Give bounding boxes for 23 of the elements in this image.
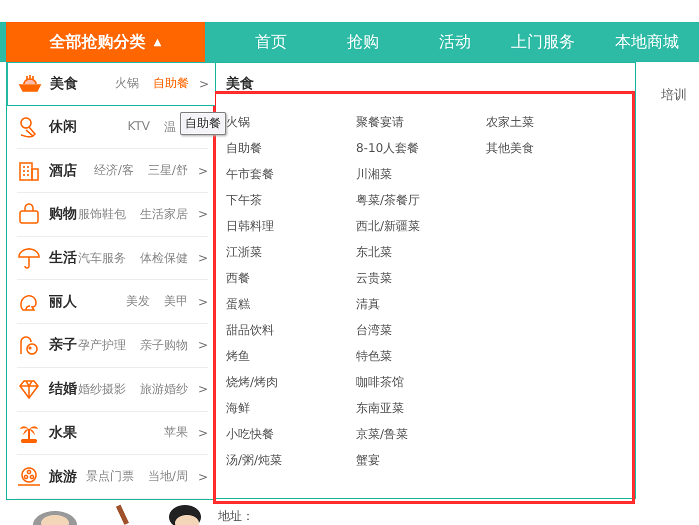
chevron-icon: >	[198, 294, 208, 309]
panel-title: 美食	[226, 75, 255, 93]
chevron-icon: >	[198, 338, 208, 352]
category-name: 丽人	[49, 292, 77, 311]
chevron-icon: >	[198, 382, 208, 396]
category-name: 旅游	[49, 468, 77, 486]
chevron-icon: >	[198, 426, 208, 440]
tooltip: 自助餐	[180, 112, 226, 135]
chevron-icon: >	[198, 251, 208, 266]
chevron-icon: >	[198, 76, 209, 91]
link-text: 培训	[661, 87, 687, 104]
address-label: 地址：	[218, 508, 254, 525]
category-name: 亲子	[49, 336, 77, 354]
category-name: 水果	[49, 424, 77, 442]
chevron-icon: >	[198, 207, 208, 222]
category-name: 结婚	[49, 380, 77, 398]
chevron-icon: >	[198, 470, 208, 484]
category-name: 美食	[50, 74, 78, 93]
category-name: 生活	[49, 249, 77, 268]
chevron-icon: >	[198, 164, 208, 178]
category-name: 酒店	[49, 162, 77, 180]
category-name: 休闲	[49, 118, 77, 136]
category-name: 购物	[49, 205, 77, 224]
